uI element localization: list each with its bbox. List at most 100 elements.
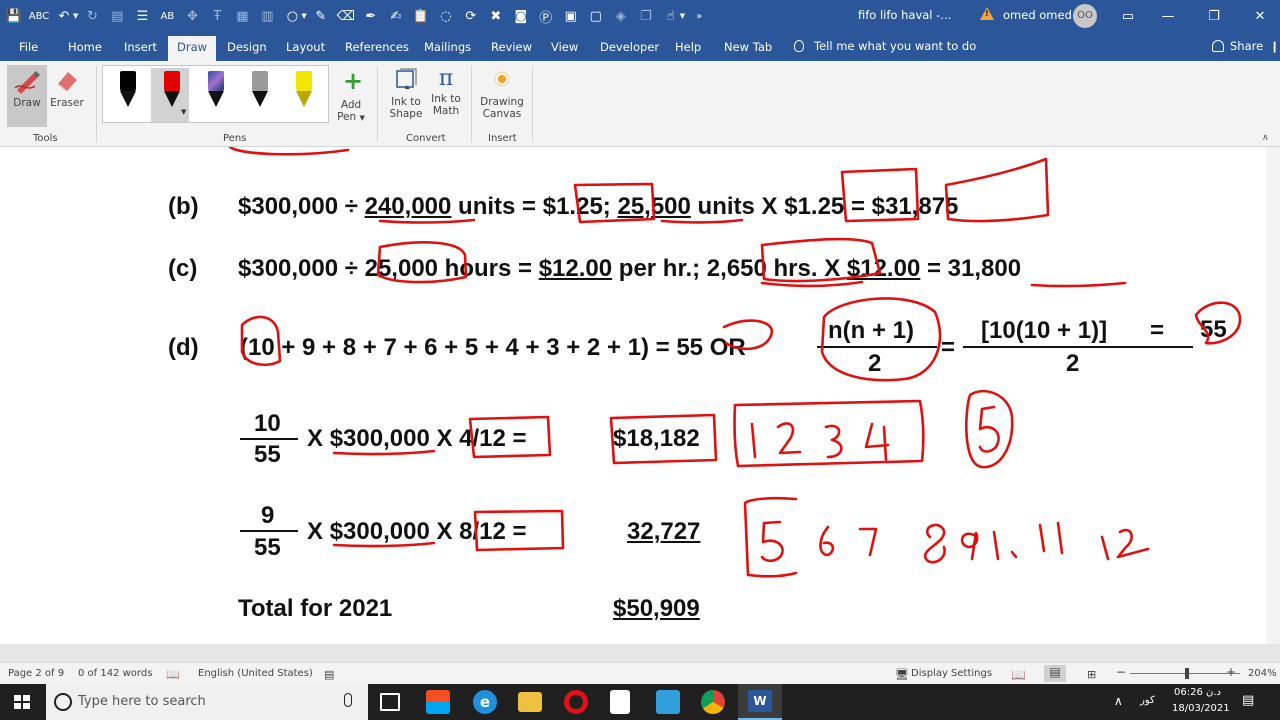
- input-language[interactable]: کور: [1140, 695, 1155, 706]
- outlook-icon[interactable]: ◙: [510, 5, 532, 27]
- copy-icon[interactable]: ❐: [635, 5, 657, 27]
- taskbar-search-input[interactable]: Type here to search: [46, 684, 368, 720]
- collapse-ribbon-icon[interactable]: ∧: [1262, 133, 1269, 143]
- text-size-icon[interactable]: AB: [156, 5, 178, 27]
- display-settings-button[interactable]: Display Settings: [911, 668, 992, 679]
- redo-icon[interactable]: ↻: [81, 5, 103, 27]
- tab-file[interactable]: File: [19, 40, 38, 54]
- add-pen-button[interactable]: + Add Pen ▼: [333, 65, 369, 131]
- opera-icon[interactable]: [564, 690, 588, 714]
- pen-qa-icon[interactable]: ✒: [360, 5, 382, 27]
- windows-start-icon[interactable]: [14, 695, 30, 709]
- store-icon[interactable]: [426, 690, 450, 714]
- zoom-slider-thumb[interactable]: [1185, 668, 1189, 679]
- clipboard-icon[interactable]: 📋: [410, 5, 432, 27]
- chrome-icon[interactable]: [701, 690, 725, 714]
- styles-icon[interactable]: ✥: [181, 5, 203, 27]
- shape-circle-icon[interactable]: ○: [281, 5, 303, 27]
- tab-design[interactable]: Design: [227, 40, 267, 54]
- accessibility-icon[interactable]: ▤: [324, 668, 334, 681]
- publisher-icon[interactable]: ▣: [560, 5, 582, 27]
- zoom-out-icon[interactable]: −: [1116, 665, 1126, 679]
- notifications-icon[interactable]: ▤: [1242, 693, 1254, 708]
- notepad-icon[interactable]: [610, 690, 630, 714]
- share-button[interactable]: Share: [1212, 39, 1263, 53]
- tab-insert[interactable]: Insert: [124, 40, 157, 54]
- format-painter-icon[interactable]: ▤: [106, 5, 128, 27]
- save-icon[interactable]: 💾: [3, 5, 25, 27]
- undo-dropdown-icon[interactable]: ▼: [73, 12, 78, 20]
- presentation-icon[interactable]: ▢: [585, 5, 607, 27]
- vertical-scrollbar[interactable]: [1266, 147, 1280, 644]
- maximize-icon[interactable]: ❐: [1194, 0, 1234, 32]
- microphone-icon[interactable]: [344, 693, 352, 707]
- close-icon[interactable]: ✕: [1240, 0, 1280, 32]
- tab-new-tab[interactable]: New Tab: [724, 40, 772, 54]
- ink-to-shape-button[interactable]: Ink to Shape: [386, 65, 426, 131]
- tab-home[interactable]: Home: [68, 40, 102, 54]
- refresh-icon[interactable]: ⟳: [460, 5, 482, 27]
- tray-chevron-icon[interactable]: ∧: [1114, 694, 1123, 708]
- more-commands-icon[interactable]: »: [688, 5, 710, 27]
- zoom-level[interactable]: 204%: [1248, 668, 1277, 679]
- drawing-canvas-button[interactable]: Drawing Canvas: [478, 65, 526, 131]
- ink-circle-25000: [376, 241, 468, 284]
- spelling-icon[interactable]: ABC: [28, 5, 50, 27]
- pen-galaxy[interactable]: [195, 68, 233, 122]
- page-count[interactable]: Page 2 of 9: [8, 668, 64, 679]
- word-count[interactable]: 0 of 142 words: [78, 668, 152, 679]
- edit-icon[interactable]: ✍: [385, 5, 407, 27]
- proofing-icon[interactable]: 📖: [166, 668, 180, 681]
- clock-date[interactable]: 18/03/2021: [1172, 703, 1230, 714]
- eraser-qa-icon[interactable]: ⌫: [335, 5, 357, 27]
- sync-icon[interactable]: ◈: [610, 5, 632, 27]
- tab-review[interactable]: Review: [491, 40, 532, 54]
- document-page[interactable]: (b) $300,000 ÷ 240,000 units = $1.25; 25…: [0, 147, 1280, 644]
- read-mode-icon[interactable]: 📖: [1011, 668, 1026, 682]
- pen-gray[interactable]: [239, 68, 277, 122]
- tab-view[interactable]: View: [551, 40, 578, 54]
- photos-icon[interactable]: [656, 690, 680, 714]
- ink-box-8-12: [473, 509, 565, 552]
- touch-mode-icon[interactable]: ☝: [660, 5, 682, 27]
- web-layout-icon[interactable]: ⊞: [1087, 668, 1096, 681]
- text-effects-icon[interactable]: Ŧ: [206, 5, 228, 27]
- user-name[interactable]: omed omed: [1003, 8, 1072, 22]
- eraser-tool-button[interactable]: Eraser: [48, 65, 86, 127]
- align-icon[interactable]: ☰: [131, 5, 153, 27]
- minimize-icon[interactable]: —: [1148, 0, 1188, 32]
- pen-red[interactable]: ▼: [151, 68, 189, 122]
- print-layout-icon[interactable]: ▤: [1044, 665, 1066, 682]
- ribbon-display-options-icon[interactable]: ▭: [1108, 0, 1148, 32]
- ribbon-scroll-icon[interactable]: ❙: [1270, 40, 1279, 53]
- file-explorer-icon[interactable]: [518, 692, 542, 712]
- tab-layout[interactable]: Layout: [286, 40, 325, 54]
- highlighter-yellow[interactable]: [283, 68, 321, 122]
- tab-draw[interactable]: Draw: [168, 36, 217, 61]
- touch-mode-dropdown-icon[interactable]: ▼: [680, 12, 685, 20]
- task-view-icon[interactable]: [380, 693, 400, 711]
- word-taskbar-button[interactable]: W: [738, 684, 782, 720]
- draw-tool-button[interactable]: Draw: [7, 65, 47, 127]
- powerpoint-icon[interactable]: Ⓟ: [535, 5, 557, 27]
- close-doc-icon[interactable]: ✖: [485, 5, 507, 27]
- zoom-in-icon[interactable]: +: [1226, 665, 1236, 679]
- table-icon[interactable]: ▦: [231, 5, 253, 27]
- undo-icon[interactable]: ↶: [53, 5, 75, 27]
- grid-icon[interactable]: ▥: [256, 5, 278, 27]
- pen-red-dropdown-icon[interactable]: ▼: [181, 108, 186, 116]
- tab-help[interactable]: Help: [675, 40, 701, 54]
- tab-references[interactable]: References: [345, 40, 409, 54]
- clock-time[interactable]: 06:26 د.ن: [1174, 687, 1221, 698]
- tell-me-search[interactable]: Tell me what you want to do: [794, 39, 976, 53]
- shape-dropdown-icon[interactable]: ▼: [301, 12, 306, 20]
- language-status[interactable]: English (United States): [198, 668, 313, 679]
- tab-mailings[interactable]: Mailings: [424, 40, 471, 54]
- ink-to-math-button[interactable]: π Ink to Math: [426, 65, 466, 131]
- lasso-icon[interactable]: ◌: [435, 5, 457, 27]
- pen-black[interactable]: [107, 68, 145, 122]
- highlight-icon[interactable]: ✎: [310, 5, 332, 27]
- avatar[interactable]: OO: [1073, 4, 1097, 28]
- tab-developer[interactable]: Developer: [600, 40, 659, 54]
- edge-icon[interactable]: e: [473, 690, 497, 714]
